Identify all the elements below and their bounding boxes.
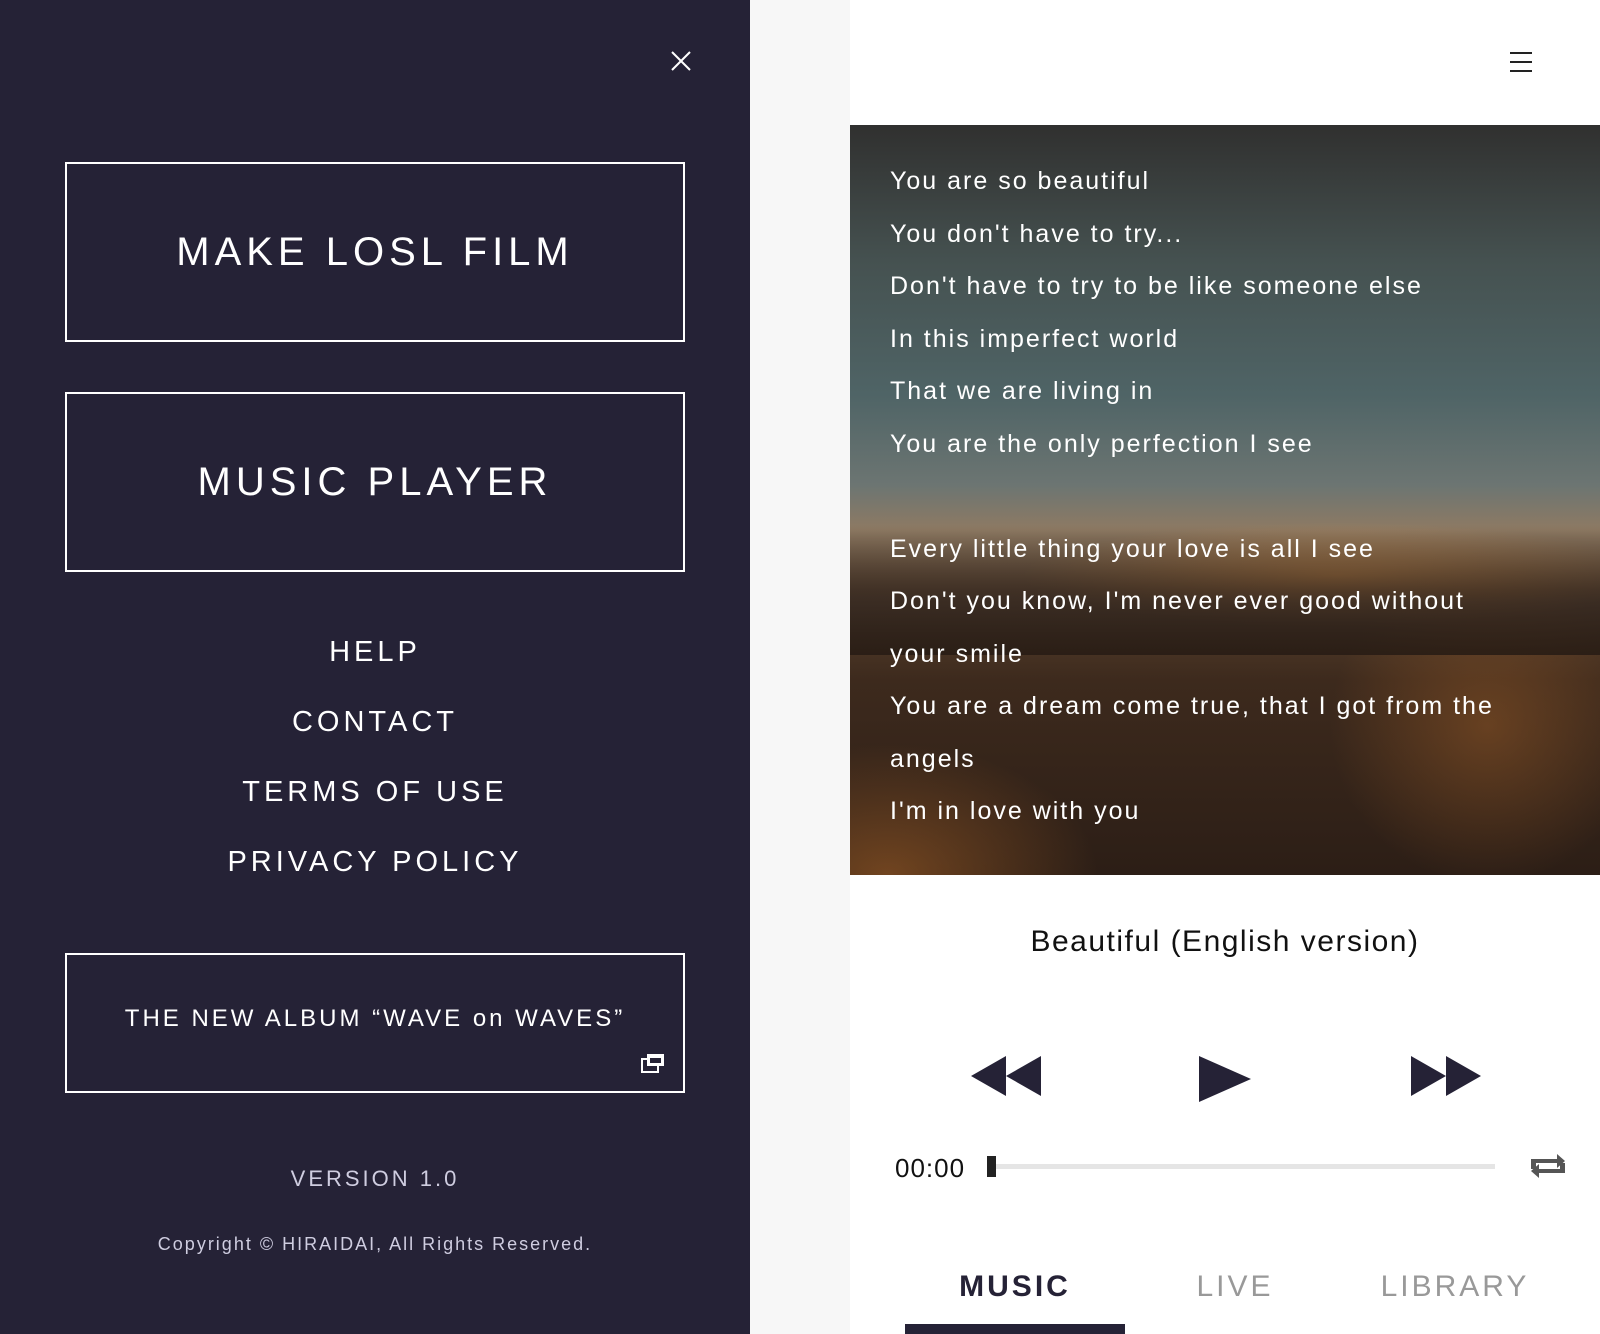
elapsed-time: 00:00 <box>895 1153 966 1183</box>
music-player-screen: You are so beautiful You don't have to t… <box>850 0 1600 1334</box>
lyric-line: You are a dream come true, that I got fr… <box>890 692 1494 720</box>
close-icon <box>671 51 691 71</box>
lyric-line: That we are living in <box>890 377 1155 405</box>
progress-track[interactable] <box>990 1164 1495 1169</box>
song-title: Beautiful (English version) <box>1030 925 1420 958</box>
make-losl-film-label: MAKE LOSL FILM <box>176 229 574 274</box>
lyric-line: I'm in love with you <box>890 797 1141 825</box>
music-player-button[interactable]: MUSIC PLAYER <box>65 392 685 572</box>
bottom-tabs: MUSIC LIVE LIBRARY <box>905 1255 1565 1334</box>
contact-link[interactable]: CONTACT <box>65 696 685 766</box>
lyric-line: angels <box>890 744 976 773</box>
previous-button[interactable] <box>970 1055 1042 1097</box>
repeat-button[interactable] <box>1527 1151 1569 1181</box>
lyric-line: In this imperfect world <box>890 324 1180 353</box>
lyric-stanza-gap <box>890 470 1570 523</box>
drawer-links: HELP CONTACT TERMS OF USE PRIVACY POLICY <box>65 626 685 906</box>
play-icon <box>1199 1056 1251 1102</box>
help-link[interactable]: HELP <box>65 626 685 696</box>
music-player-label: MUSIC PLAYER <box>197 459 553 504</box>
next-button[interactable] <box>1410 1055 1482 1097</box>
tab-music[interactable]: MUSIC <box>905 1255 1125 1334</box>
tab-library[interactable]: LIBRARY <box>1345 1255 1565 1334</box>
play-button[interactable] <box>1198 1055 1252 1103</box>
lyric-line: your smile <box>890 639 1024 668</box>
make-losl-film-button[interactable]: MAKE LOSL FILM <box>65 162 685 342</box>
lyric-line: Don't have to try to be like someone els… <box>890 272 1423 300</box>
privacy-policy-link[interactable]: PRIVACY POLICY <box>65 836 685 906</box>
hamburger-menu-icon[interactable] <box>1510 52 1532 74</box>
tab-live[interactable]: LIVE <box>1125 1255 1345 1334</box>
navigation-drawer: MAKE LOSL FILM MUSIC PLAYER HELP CONTACT… <box>0 0 750 1334</box>
external-link-icon <box>641 1053 665 1073</box>
close-button[interactable] <box>666 46 696 76</box>
lyric-line: Every little thing your love is all I se… <box>890 534 1375 563</box>
progress-handle[interactable] <box>987 1156 996 1177</box>
new-album-button[interactable]: THE NEW ALBUM “WAVE on WAVES” <box>65 953 685 1093</box>
lyric-line: You are so beautiful <box>890 167 1151 195</box>
copyright-text: Copyright © HIRAIDAI, All Rights Reserve… <box>157 1234 593 1254</box>
terms-of-use-link[interactable]: TERMS OF USE <box>65 766 685 836</box>
new-album-label: THE NEW ALBUM “WAVE on WAVES” <box>124 1005 626 1032</box>
lyrics-list: You are so beautiful You don't have to t… <box>890 155 1570 838</box>
lyrics-panel: You are so beautiful You don't have to t… <box>850 125 1600 875</box>
lyric-line: Don't you know, I'm never ever good with… <box>890 587 1465 615</box>
lyric-line: You don't have to try... <box>890 219 1184 248</box>
fast-forward-icon <box>1411 1056 1481 1096</box>
lyric-line: You are the only perfection I see <box>890 429 1314 458</box>
rewind-icon <box>971 1056 1041 1096</box>
version-text: VERSION 1.0 <box>290 1166 460 1191</box>
repeat-icon <box>1531 1154 1565 1178</box>
